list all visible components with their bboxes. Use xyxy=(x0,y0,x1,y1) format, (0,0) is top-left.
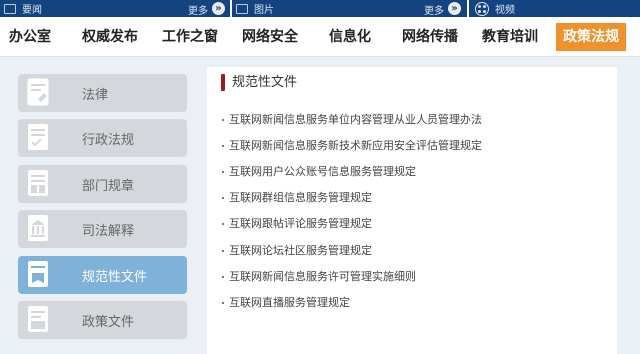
sidebar-item-label: 规范性文件 xyxy=(82,269,148,285)
sidebar-item-label: 部门规章 xyxy=(82,178,135,194)
court-building-icon xyxy=(28,215,48,241)
document-link[interactable]: 互联网新闻信息服务单位内容管理从业人员管理办法 xyxy=(222,113,482,127)
news-more-link[interactable]: 更多 xyxy=(188,2,208,17)
images-section-title: 图片 xyxy=(254,5,274,16)
nav-item-network-communication[interactable]: 网络传播 xyxy=(392,17,468,57)
department-document-icon xyxy=(28,170,48,196)
sidebar-item-label: 法律 xyxy=(82,87,109,103)
film-reel-icon xyxy=(475,1,489,16)
document-link[interactable]: 互联网直播服务管理规定 xyxy=(222,296,350,310)
images-more-link[interactable]: 更多 xyxy=(424,2,444,17)
document-link[interactable]: 互联网跟帖评论服务管理规定 xyxy=(222,217,372,231)
nav-item-education-training[interactable]: 教育培训 xyxy=(472,17,548,57)
sidebar-item-administrative-regulations[interactable]: 行政法规 xyxy=(18,119,187,157)
nav-item-official-release[interactable]: 权威发布 xyxy=(72,17,148,57)
policy-document-icon xyxy=(28,306,48,332)
image-icon xyxy=(236,3,248,14)
sidebar-item-label: 司法解释 xyxy=(82,223,135,239)
top-strip: 要闻 更多 » 图片 更多 » 视频 xyxy=(0,0,640,17)
sidebar-item-department-rules[interactable]: 部门规章 xyxy=(18,165,187,203)
regulation-check-icon xyxy=(28,124,48,150)
document-link[interactable]: 互联网新闻信息服务新技术新应用安全评估管理规定 xyxy=(222,139,482,153)
sidebar-item-normative-documents[interactable]: 规范性文件 xyxy=(18,256,187,294)
document-link[interactable]: 互联网用户公众账号信息服务管理规定 xyxy=(222,165,416,179)
video-section-title: 视频 xyxy=(495,5,515,16)
nav-item-policy-regulations[interactable]: 政策法规 xyxy=(556,23,626,51)
document-link[interactable]: 互联网新闻信息服务许可管理实施细则 xyxy=(222,270,416,284)
news-section-title: 要闻 xyxy=(22,5,42,16)
section-title: 规范性文件 xyxy=(232,75,298,90)
nav-item-work-window[interactable]: 工作之窗 xyxy=(152,17,228,57)
video-section-header[interactable]: 视频 xyxy=(469,0,640,17)
nav-item-informatization[interactable]: 信息化 xyxy=(318,17,382,57)
section-accent-bar xyxy=(221,74,225,91)
news-section-header[interactable]: 要闻 更多 » xyxy=(0,0,230,17)
images-more-arrow-icon[interactable]: » xyxy=(448,2,461,15)
images-section-header[interactable]: 图片 更多 » xyxy=(232,0,467,17)
sidebar-item-label: 政策文件 xyxy=(82,314,135,330)
document-list-panel xyxy=(207,67,617,354)
normative-document-icon xyxy=(28,261,48,287)
sidebar-item-policy-documents[interactable]: 政策文件 xyxy=(18,301,187,339)
sidebar-item-law[interactable]: 法律 xyxy=(18,74,187,112)
news-more-arrow-icon[interactable]: » xyxy=(212,2,225,15)
nav-item-office[interactable]: 办公室 xyxy=(0,17,60,57)
sidebar-item-judicial-interpretation[interactable]: 司法解释 xyxy=(18,210,187,248)
main-nav: 办公室 权威发布 工作之窗 网络安全 信息化 网络传播 教育培训 政策法规 xyxy=(0,17,640,57)
sidebar-item-label: 行政法规 xyxy=(82,132,135,148)
nav-item-cyber-security[interactable]: 网络安全 xyxy=(232,17,308,57)
document-link[interactable]: 互联网群组信息服务管理规定 xyxy=(222,191,372,205)
law-document-icon xyxy=(27,78,49,106)
document-link[interactable]: 互联网论坛社区服务管理规定 xyxy=(222,244,372,258)
news-icon xyxy=(4,3,16,14)
